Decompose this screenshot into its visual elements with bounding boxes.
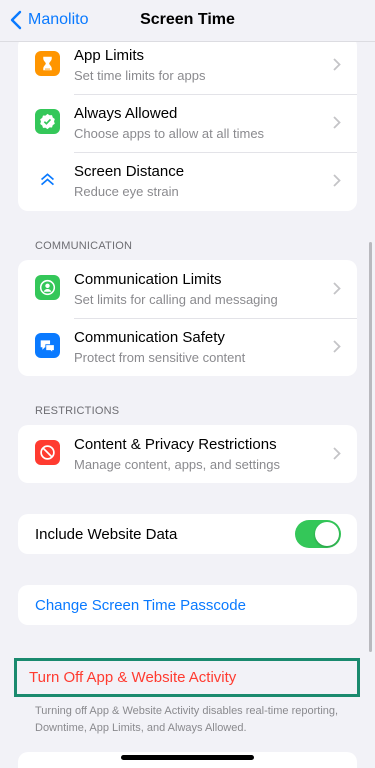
settings-scroll-content[interactable]: App Limits Set time limits for apps Alwa…	[0, 0, 375, 768]
chevron-right-icon	[333, 340, 341, 353]
chevron-right-icon	[333, 116, 341, 129]
change-passcode-label: Change Screen Time Passcode	[35, 596, 246, 614]
include-website-data-label: Include Website Data	[35, 525, 178, 543]
chat-bubbles-icon	[35, 333, 60, 358]
row-title: Always Allowed	[74, 105, 178, 122]
restrictions-section-header: RESTRICTIONS	[35, 405, 120, 417]
limits-group: App Limits Set time limits for apps Alwa…	[18, 36, 357, 211]
communication-safety-row[interactable]: Communication Safety Protect from sensit…	[18, 318, 357, 376]
website-data-group: Include Website Data	[18, 514, 357, 554]
home-indicator[interactable]	[121, 755, 254, 760]
double-chevron-up-icon	[35, 167, 60, 192]
navigation-bar: Manolito Screen Time	[0, 0, 375, 42]
chevron-right-icon	[333, 282, 341, 295]
communication-group: Communication Limits Set limits for call…	[18, 260, 357, 376]
row-title: Screen Distance	[74, 163, 185, 180]
no-entry-icon	[35, 440, 60, 465]
row-subtitle: Choose apps to allow at all times	[74, 126, 265, 141]
chevron-right-icon	[333, 447, 341, 460]
person-circle-icon	[35, 275, 60, 300]
include-website-data-toggle[interactable]	[295, 520, 341, 548]
page-title: Screen Time	[140, 11, 235, 28]
row-subtitle: Protect from sensitive content	[74, 350, 246, 365]
hourglass-icon	[35, 51, 60, 76]
restrictions-group: Content & Privacy Restrictions Manage co…	[18, 425, 357, 483]
turn-off-activity-button[interactable]: Turn Off App & Website Activity	[14, 658, 360, 697]
checkmark-seal-icon	[35, 109, 60, 134]
row-subtitle: Reduce eye strain	[74, 184, 179, 199]
row-subtitle: Set limits for calling and messaging	[74, 292, 278, 307]
screen-distance-row[interactable]: Screen Distance Reduce eye strain	[18, 152, 357, 210]
change-passcode-button[interactable]: Change Screen Time Passcode	[18, 585, 357, 625]
row-title: Communication Limits	[74, 271, 222, 288]
always-allowed-row[interactable]: Always Allowed Choose apps to allow at a…	[18, 94, 357, 152]
toggle-knob	[315, 522, 339, 546]
communication-limits-row[interactable]: Communication Limits Set limits for call…	[18, 260, 357, 318]
chevron-right-icon	[333, 174, 341, 187]
scroll-indicator[interactable]	[369, 242, 372, 652]
row-title: Communication Safety	[74, 329, 225, 346]
row-title: Content & Privacy Restrictions	[74, 436, 277, 453]
content-privacy-row[interactable]: Content & Privacy Restrictions Manage co…	[18, 425, 357, 483]
passcode-group: Change Screen Time Passcode	[18, 585, 357, 625]
app-limits-row[interactable]: App Limits Set time limits for apps	[18, 36, 357, 94]
row-subtitle: Set time limits for apps	[74, 68, 206, 83]
row-title: App Limits	[74, 47, 145, 64]
communication-section-header: COMMUNICATION	[35, 240, 133, 252]
chevron-right-icon	[333, 58, 341, 71]
turn-off-activity-label: Turn Off App & Website Activity	[29, 669, 237, 686]
row-subtitle: Manage content, apps, and settings	[74, 457, 280, 472]
turn-off-footnote: Turning off App & Website Activity disab…	[35, 705, 339, 734]
